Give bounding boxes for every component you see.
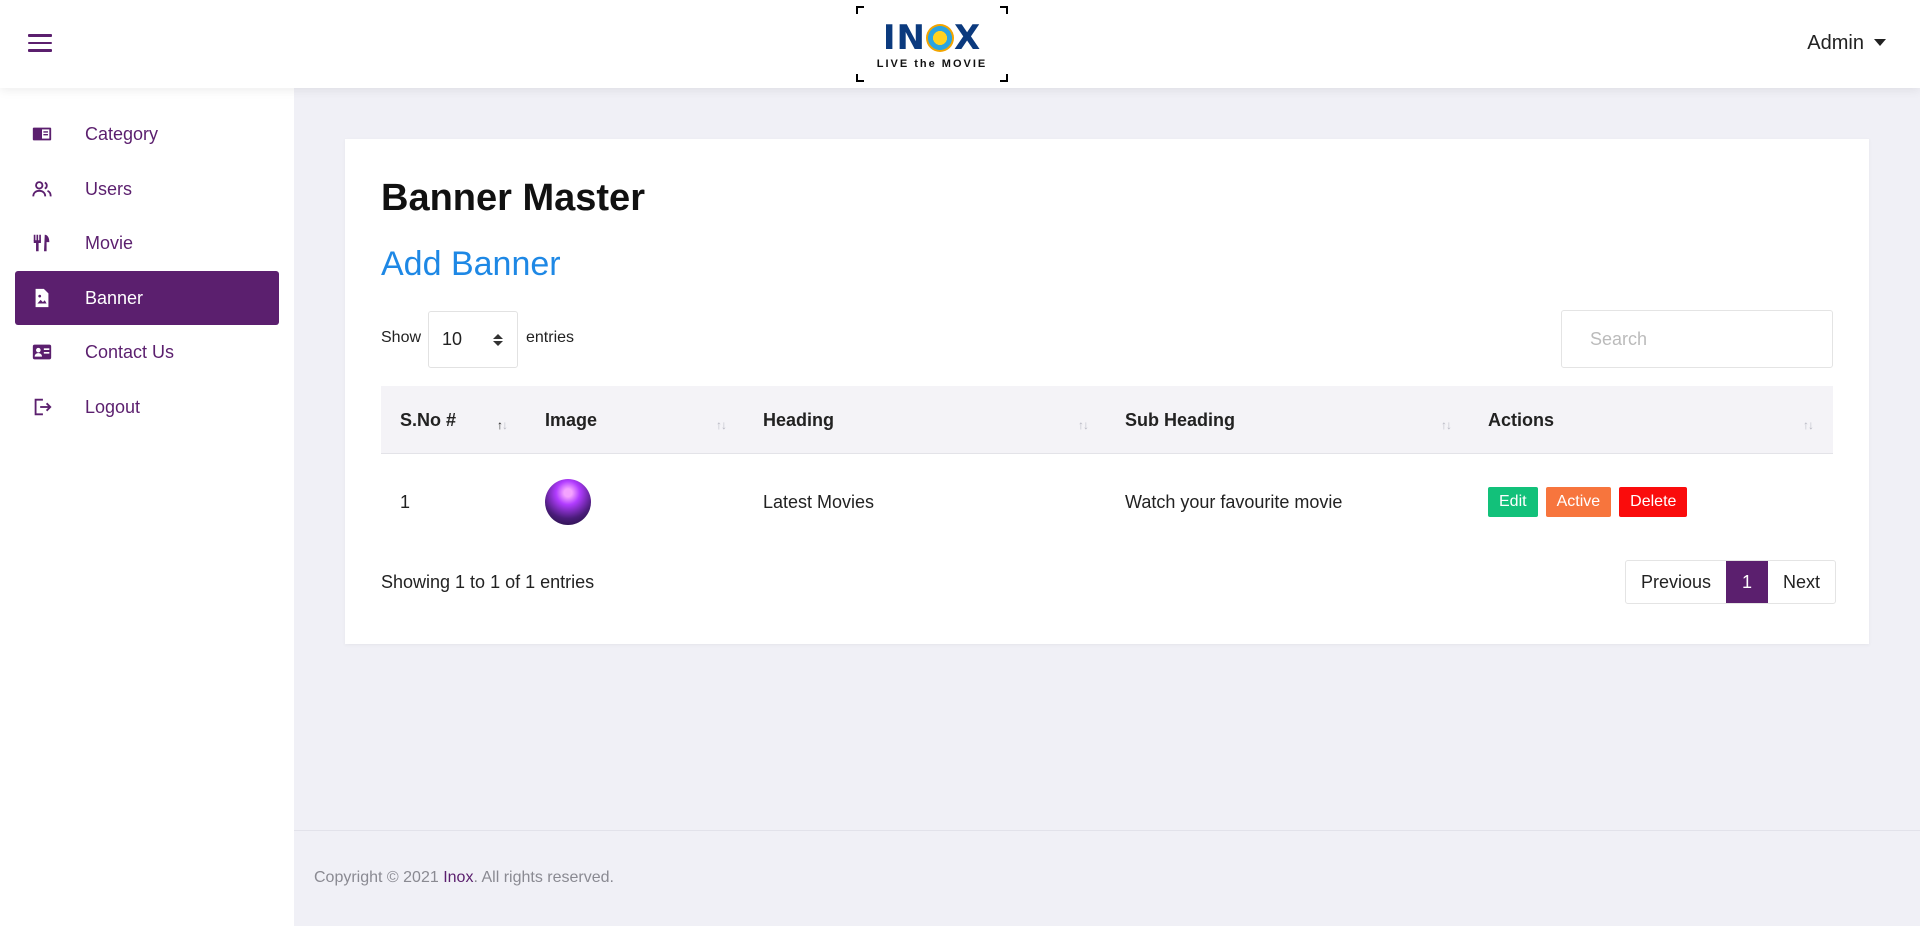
logo-wordmark: IN X — [882, 18, 982, 58]
category-book-icon — [29, 121, 55, 147]
sidebar-item-label: Logout — [85, 396, 141, 417]
sidebar-item-label: Movie — [85, 232, 134, 253]
footer-brand-link[interactable]: Inox — [443, 869, 473, 886]
sidebar-item-category[interactable]: Category — [15, 107, 279, 161]
menu-toggle-icon[interactable] — [28, 34, 52, 54]
next-page-button[interactable]: Next — [1768, 561, 1835, 603]
sidebar-item-banner[interactable]: Banner — [15, 271, 279, 325]
cell-heading: Latest Movies — [763, 491, 875, 512]
users-icon — [29, 176, 55, 202]
footer-prefix: Copyright © 2021 — [314, 869, 444, 886]
table-row: 1 Latest Movies Watch your favourite mov… — [381, 454, 1833, 550]
cutlery-icon — [29, 230, 55, 256]
page-title: Banner Master — [381, 177, 645, 219]
sidebar-item-label: Category — [85, 123, 159, 144]
table-info: Showing 1 to 1 of 1 entries — [381, 572, 595, 592]
column-header-heading[interactable]: Heading — [763, 386, 834, 454]
logout-icon — [29, 394, 55, 420]
column-header-sno[interactable]: S.No # — [400, 386, 456, 454]
footer-divider — [294, 830, 1920, 831]
table-header: S.No # ↑↓ Image ↑↓ Heading ↑↓ Sub Headin… — [381, 386, 1833, 454]
sidebar-item-label: Users — [85, 178, 133, 199]
user-menu-label: Admin — [1807, 32, 1864, 54]
show-label: Show — [381, 329, 422, 346]
inox-logo[interactable]: IN X LIVE the MOVIE — [856, 6, 1008, 82]
banner-thumbnail[interactable] — [545, 479, 591, 525]
footer-suffix: . All rights reserved. — [473, 869, 614, 886]
page-length-value: 10 — [442, 329, 463, 349]
search-input[interactable] — [1561, 310, 1833, 368]
sort-icon: ↑↓ — [1803, 418, 1814, 432]
previous-page-button[interactable]: Previous — [1626, 561, 1726, 603]
sort-icon: ↑↓ — [1078, 418, 1089, 432]
top-header: IN X LIVE the MOVIE Admin — [0, 0, 1920, 88]
column-header-sub-heading[interactable]: Sub Heading — [1125, 386, 1235, 454]
sidebar-item-label: Contact Us — [85, 341, 175, 362]
image-file-icon — [29, 285, 55, 311]
sort-asc-icon: ↑↓ — [497, 418, 508, 432]
page-length-select[interactable]: 10 — [428, 311, 518, 368]
sidebar-item-label: Banner — [85, 287, 144, 308]
sort-icon: ↑↓ — [716, 418, 727, 432]
cell-sno: 1 — [400, 491, 411, 512]
active-button[interactable]: Active — [1545, 487, 1612, 517]
sort-icon: ↑↓ — [1441, 418, 1452, 432]
logo-tagline: LIVE the MOVIE — [876, 58, 988, 70]
cell-actions: Edit Active Delete — [1488, 454, 1695, 550]
sidebar: Category Users Movie Banner Contact Us L… — [0, 88, 294, 926]
delete-button[interactable]: Delete — [1619, 487, 1688, 517]
add-banner-link[interactable]: Add Banner — [381, 245, 561, 284]
sidebar-item-users[interactable]: Users — [15, 162, 279, 216]
sidebar-item-logout[interactable]: Logout — [15, 380, 279, 434]
column-header-image[interactable]: Image — [545, 386, 597, 454]
footer-copyright: Copyright © 2021 Inox. All rights reserv… — [314, 869, 614, 887]
user-menu[interactable]: Admin — [1807, 32, 1886, 55]
caret-down-icon — [1874, 39, 1886, 46]
pagination: Previous 1 Next — [1625, 560, 1837, 604]
cell-sub-heading: Watch your favourite movie — [1125, 491, 1343, 512]
banner-master-card: Banner Master Add Banner Show 10 entries… — [345, 139, 1869, 644]
contact-card-icon — [29, 339, 55, 365]
sidebar-item-movie[interactable]: Movie — [15, 216, 279, 270]
entries-label: entries — [526, 329, 575, 346]
sidebar-item-contact-us[interactable]: Contact Us — [15, 325, 279, 379]
select-arrows-icon — [493, 334, 503, 346]
cell-image — [545, 454, 591, 550]
edit-button[interactable]: Edit — [1488, 487, 1538, 517]
page-1-button[interactable]: 1 — [1726, 561, 1769, 603]
column-header-actions[interactable]: Actions — [1488, 386, 1554, 454]
